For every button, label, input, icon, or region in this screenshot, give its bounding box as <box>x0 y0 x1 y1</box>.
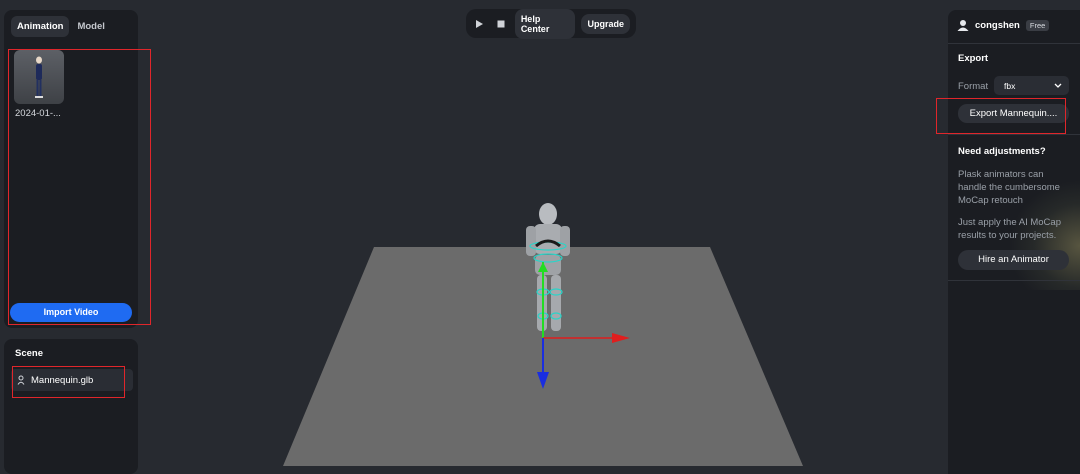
highlight-box-export-button <box>936 98 1066 134</box>
export-panel: congshen Free Export Format fbx Export M… <box>948 10 1080 474</box>
divider <box>948 280 1080 281</box>
user-name: congshen <box>975 19 1020 31</box>
user-info[interactable]: congshen Free <box>957 19 1050 31</box>
user-avatar-icon <box>957 20 969 31</box>
format-value: fbx <box>1004 80 1016 91</box>
divider <box>948 43 1080 44</box>
export-title: Export <box>958 53 989 64</box>
hire-animator-button[interactable]: Hire an Animator <box>958 250 1069 270</box>
tab-animation[interactable]: Animation <box>11 16 70 37</box>
upgrade-button[interactable]: Upgrade <box>581 13 630 34</box>
viewport-scene[interactable] <box>0 0 1080 474</box>
adjustments-text-1: Plask animators can handle the cumbersom… <box>958 169 1060 206</box>
panel-tabs: Animation Model <box>11 16 111 37</box>
highlight-box-animation-list <box>8 49 151 325</box>
play-icon[interactable] <box>472 16 487 32</box>
scene-panel: Scene Mannequin.glb <box>4 339 138 474</box>
adjustments-title: Need adjustments? <box>958 146 1046 157</box>
highlight-box-scene-item <box>12 366 125 398</box>
format-select[interactable]: fbx <box>994 76 1069 95</box>
stop-icon[interactable] <box>493 16 508 32</box>
format-label: Format <box>958 81 989 92</box>
tab-model[interactable]: Model <box>71 16 110 37</box>
viewport-3d[interactable] <box>0 0 1080 474</box>
plan-badge: Free <box>1025 19 1050 31</box>
scene-title: Scene <box>15 348 43 359</box>
help-center-button[interactable]: Help Center <box>514 8 576 39</box>
top-toolbar: Help Center Upgrade <box>466 8 636 39</box>
chevron-down-icon <box>1054 83 1062 88</box>
adjustments-text-2: Just apply the AI MoCap results to your … <box>958 217 1061 241</box>
divider <box>948 134 1080 135</box>
